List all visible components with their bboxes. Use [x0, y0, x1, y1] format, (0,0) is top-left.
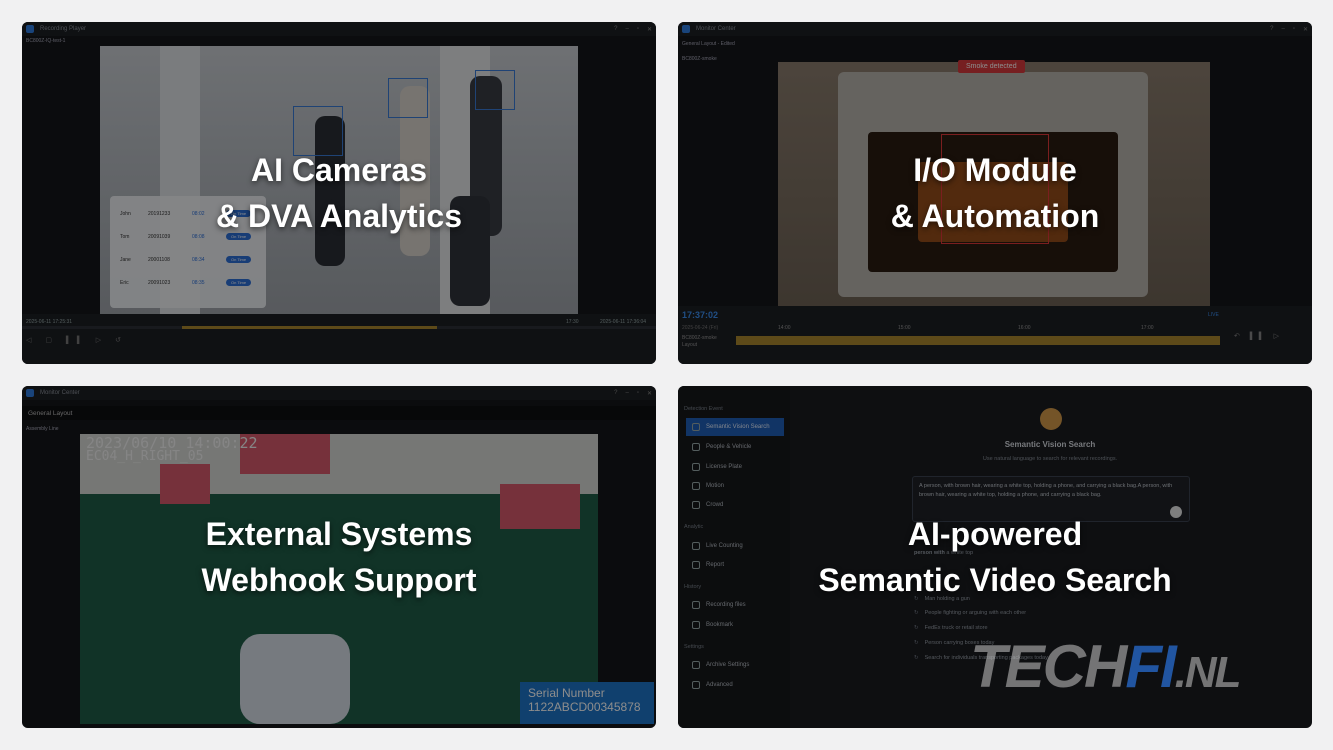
close-icon[interactable]: ✕ [1303, 26, 1308, 33]
panel-io-module[interactable]: Monitor Center ? – ▫ ✕ General Layout - … [678, 22, 1312, 364]
window-title: Monitor Center [696, 26, 736, 32]
camera-label: BC800Z-smoke [682, 56, 717, 62]
serial-value: 1122ABCD00345878 [528, 700, 641, 714]
track-label-secondary: Layout [682, 342, 698, 348]
track-label: BC800Z-smoke [682, 335, 717, 341]
time-mid: 17:30 [566, 319, 579, 325]
recording-track[interactable] [736, 336, 1220, 345]
clock: 17:37:02 [682, 310, 719, 320]
panel-external-systems[interactable]: Monitor Center ? – ▫ ✕ General Layout As… [22, 386, 656, 728]
panel-semantic-search[interactable]: Detection Event Semantic Vision Search P… [678, 386, 1312, 728]
tick-label: 16:00 [1018, 325, 1031, 331]
help-icon[interactable]: ? [614, 26, 617, 32]
maximize-icon[interactable]: ▫ [637, 390, 639, 396]
tick-label: 17:00 [1141, 325, 1154, 331]
search-title: Semantic Vision Search [1004, 440, 1096, 449]
tick-label: 14:00 [778, 325, 791, 331]
osd-camera-name: EC04_H_RIGHT_05 [86, 449, 204, 464]
time-end: 2025-06-11 17:36:04 [600, 319, 647, 325]
layout-label[interactable]: General Layout [28, 410, 72, 417]
window-titlebar: Monitor Center ? – ▫ ✕ [22, 386, 656, 400]
minimize-icon[interactable]: – [1281, 26, 1284, 32]
playback-controls-icon[interactable]: ↶ ▌▌ ▷ [1234, 332, 1283, 340]
minimize-icon[interactable]: – [625, 390, 628, 396]
sidebar-group-title: Detection Event [684, 406, 723, 412]
suggestion-item[interactable]: FedEx truck or retail store [914, 625, 988, 631]
panel-ai-cameras[interactable]: Recording Player ? – ▫ ✕ BC800Z-IQ-test-… [22, 22, 656, 364]
layout-label[interactable]: General Layout - Edited [682, 41, 735, 47]
timeline-panel: 17:37:02 2025-06-24 (Fri) 14:00 15:00 16… [678, 306, 1312, 364]
sidebar-item-archive-settings[interactable]: Archive Settings [686, 656, 784, 674]
feature-title: AI Cameras & DVA Analytics [216, 152, 462, 234]
window-title: Recording Player [40, 26, 87, 32]
window-titlebar: Recording Player ? – ▫ ✕ [22, 22, 656, 36]
pink-mat [160, 464, 210, 504]
close-icon[interactable]: ✕ [647, 390, 652, 397]
time-start: 2025-06-11 17:25:31 [26, 319, 73, 325]
live-label[interactable]: LIVE [1208, 312, 1219, 318]
camera-label: Assembly Line [26, 426, 59, 432]
feature-title: I/O Module & Automation [890, 152, 1100, 234]
tick-label: 15:00 [898, 325, 911, 331]
maximize-icon[interactable]: ▫ [637, 26, 639, 32]
search-subtitle: Use natural language to search for relev… [982, 456, 1118, 462]
watermark-logo: TECHFI.NL [970, 633, 1242, 700]
app-icon [26, 25, 34, 33]
serial-title: Serial Number [528, 686, 605, 700]
attendance-row: Eric 20091023 08:35 On Time [120, 279, 252, 286]
layout-toolbar: General Layout [22, 406, 656, 420]
minimize-icon[interactable]: – [625, 26, 628, 32]
suggestion-item[interactable]: People fighting or arguing with each oth… [914, 610, 1027, 616]
app-icon [26, 389, 34, 397]
sidebar-item-bookmark[interactable]: Bookmark [686, 616, 784, 634]
help-icon[interactable]: ? [614, 390, 617, 396]
sidebar-item-license-plate[interactable]: License Plate [686, 458, 784, 476]
camera-label: BC800Z-IQ-test-1 [26, 38, 66, 44]
sidebar-item-advanced[interactable]: Advanced [686, 676, 784, 694]
alert-badge: Smoke detected [958, 60, 1025, 73]
sidebar-item-motion[interactable]: Motion [686, 477, 784, 495]
serial-number-card: Serial Number 1122ABCD00345878 [520, 682, 654, 724]
close-icon[interactable]: ✕ [647, 26, 652, 33]
window-title: Monitor Center [40, 390, 80, 396]
feature-title: External Systems Webhook Support [201, 516, 477, 598]
face-detection-box [388, 78, 428, 118]
playback-bar: 2025-06-11 17:25:31 17:30 2025-06-11 17:… [22, 314, 656, 364]
playback-controls-icon[interactable]: ◁ ▢ ▌▌ ▷ ↺ [26, 336, 127, 344]
face-detection-box [475, 70, 515, 110]
sidebar-item-people-vehicle[interactable]: People & Vehicle [686, 438, 784, 456]
attendance-row: Jane 20001108 08:34 On Time [120, 256, 252, 263]
search-logo-icon [1040, 408, 1062, 430]
sidebar-item-semantic-vision-search[interactable]: Semantic Vision Search [686, 418, 784, 436]
help-icon[interactable]: ? [1270, 26, 1273, 32]
timeline-track[interactable] [22, 326, 656, 329]
maximize-icon[interactable]: ▫ [1293, 26, 1295, 32]
app-icon [682, 25, 690, 33]
sidebar-group-title: Settings [684, 644, 704, 650]
timeline-recording-segment [182, 326, 437, 329]
feature-title: AI-powered Semantic Video Search [818, 516, 1172, 598]
worker-arm [240, 634, 350, 724]
window-titlebar: Monitor Center ? – ▫ ✕ [678, 22, 1312, 36]
date-label: 2025-06-24 (Fri) [682, 325, 719, 331]
